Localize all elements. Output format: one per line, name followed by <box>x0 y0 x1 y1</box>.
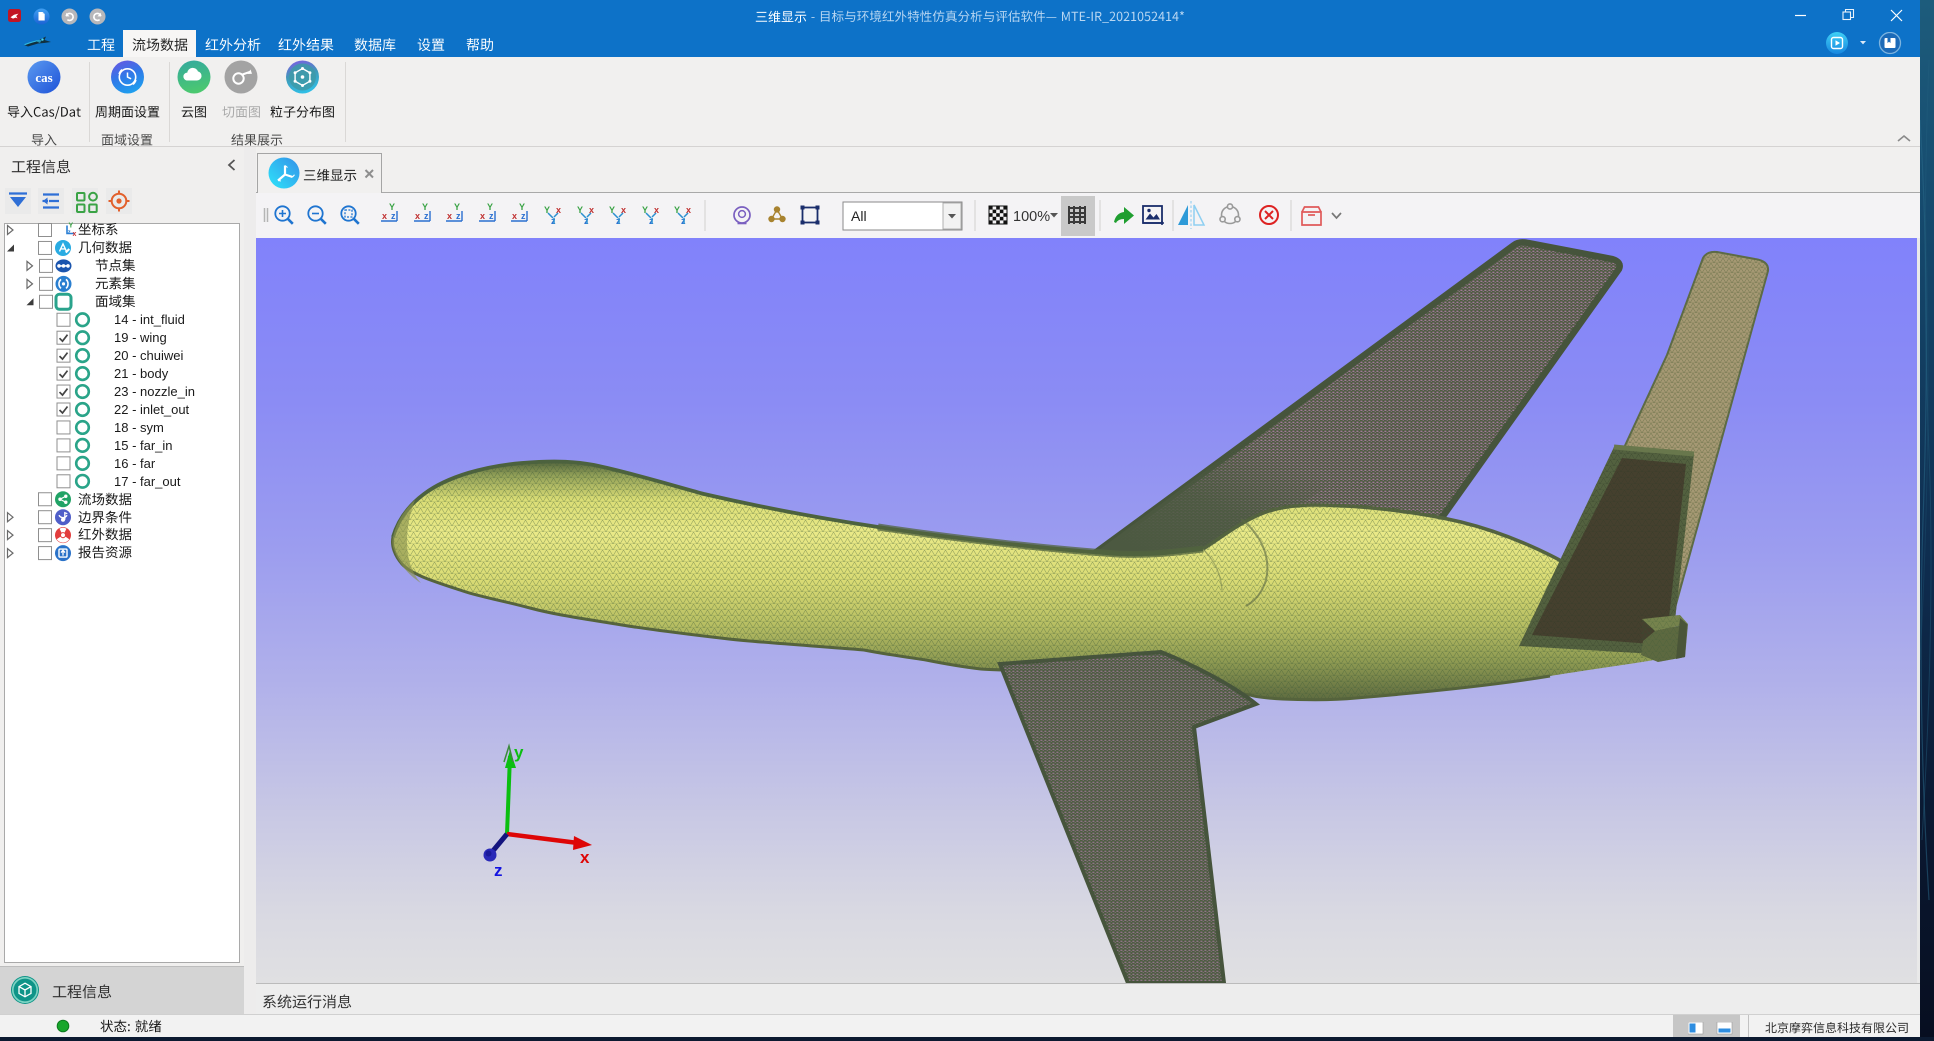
svg-text:Y: Y <box>422 202 428 212</box>
svg-text:Y: Y <box>454 202 460 212</box>
svg-text:x: x <box>580 848 590 867</box>
svg-text:Y: Y <box>389 202 395 212</box>
svg-text:x: x <box>512 211 517 221</box>
svg-text:z: z <box>456 211 461 221</box>
svg-text:z: z <box>494 861 503 880</box>
svg-text:z: z <box>68 229 72 236</box>
svg-text:Y: Y <box>519 202 525 212</box>
svg-text:x: x <box>415 211 420 221</box>
svg-text:x: x <box>447 211 452 221</box>
svg-text:z: z <box>391 211 396 221</box>
svg-text:x: x <box>480 211 485 221</box>
svg-text:z: z <box>489 211 494 221</box>
svg-text:z: z <box>521 211 526 221</box>
svg-text:All: All <box>851 208 867 224</box>
svg-text:z: z <box>424 211 429 221</box>
svg-text:x: x <box>382 211 387 221</box>
svg-text:Y: Y <box>487 202 493 212</box>
svg-text:100%: 100% <box>1013 209 1050 225</box>
svg-text:cas: cas <box>35 70 52 85</box>
svg-text:x: x <box>73 231 77 238</box>
svg-text:y: y <box>514 743 524 762</box>
